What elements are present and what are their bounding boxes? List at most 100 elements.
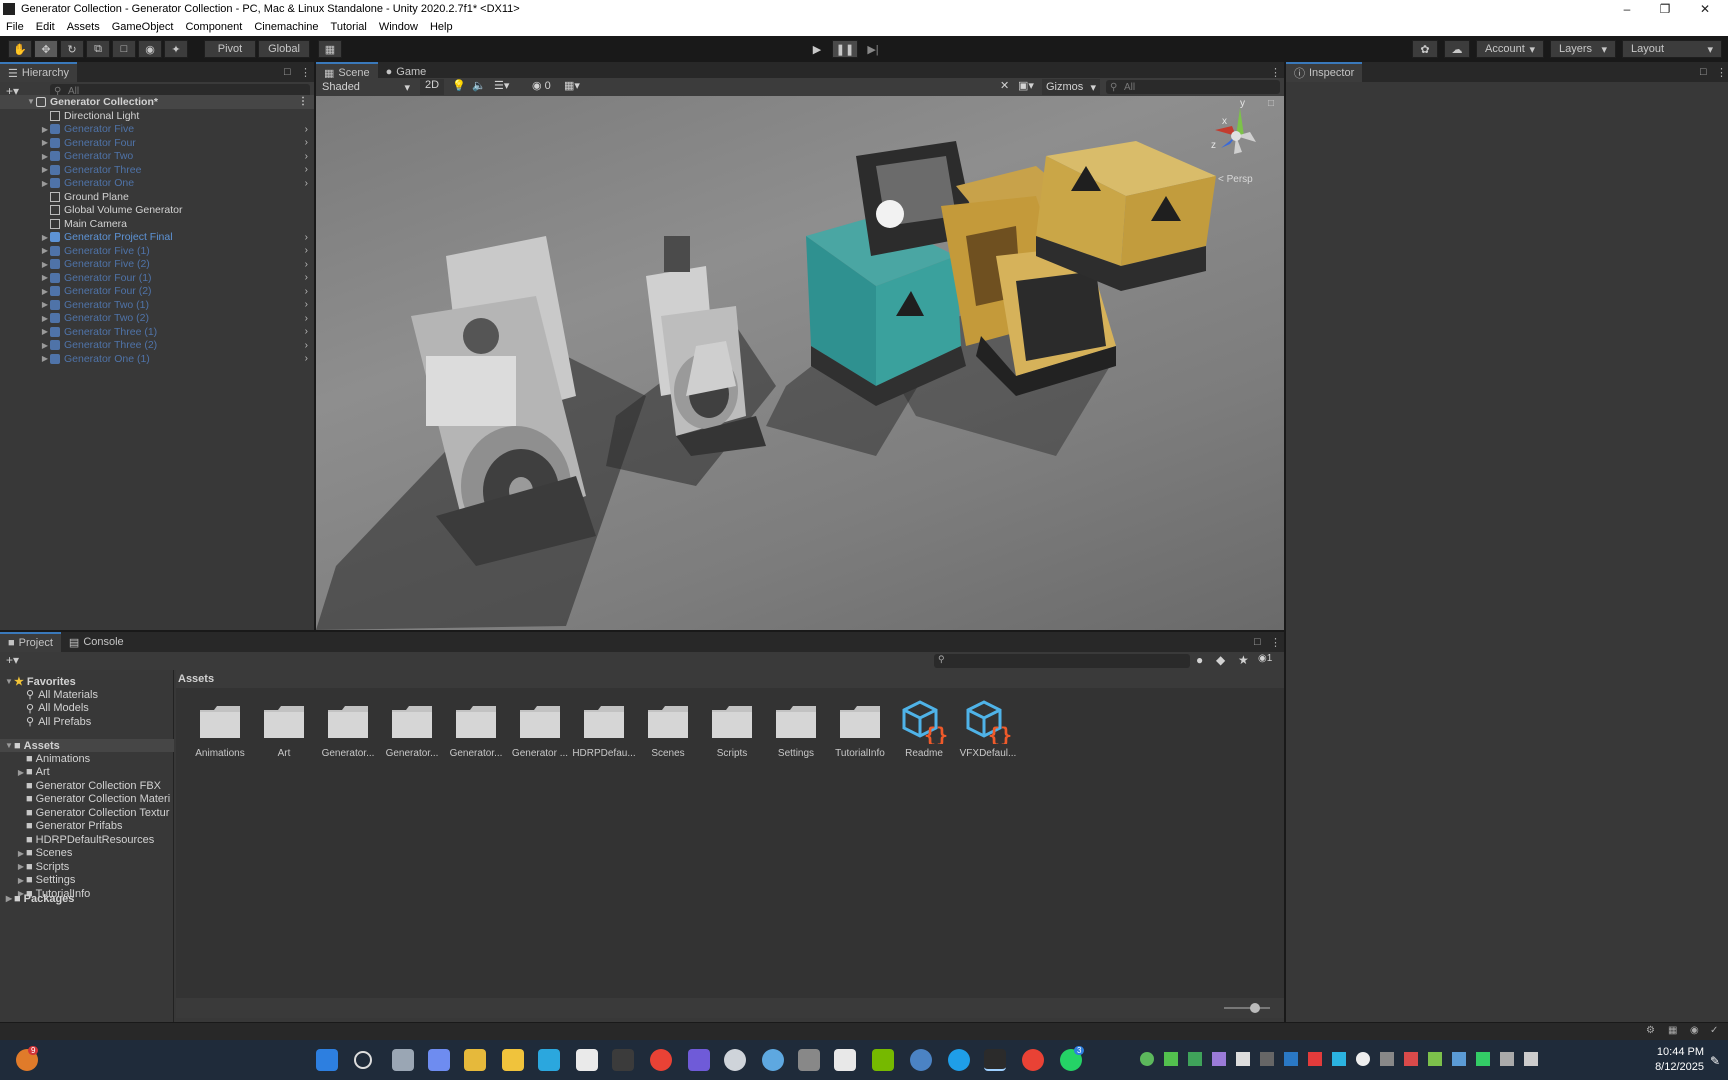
chrome-icon[interactable] [650, 1049, 672, 1071]
menu-cinemachine[interactable]: Cinemachine [248, 21, 324, 33]
global-toggle[interactable]: Global [258, 40, 310, 58]
layers-dropdown[interactable]: Layers ▾ [1550, 40, 1616, 58]
expand-right-icon[interactable]: ▶ [40, 125, 50, 134]
tray-app-icon[interactable] [1188, 1052, 1202, 1066]
lighting-toggle-icon[interactable]: 💡 [452, 79, 466, 92]
rotate-tool-icon[interactable]: ↻ [60, 40, 84, 58]
chevron-right-icon[interactable]: › [305, 245, 308, 256]
expand-right-icon[interactable]: ▶ [40, 152, 50, 161]
hierarchy-item[interactable]: ▶ Generator Three (2) › [0, 339, 314, 353]
grid-toggle-icon[interactable]: ▦▾ [564, 79, 580, 92]
pivot-toggle[interactable]: Pivot [204, 40, 256, 58]
expand-right-icon[interactable]: ▶ [40, 246, 50, 255]
favorites-row[interactable]: ▼ ★ Favorites [4, 675, 76, 689]
chevron-right-icon[interactable]: › [305, 340, 308, 351]
expand-right-icon[interactable]: ▶ [16, 849, 26, 858]
tray-app-icon[interactable] [1356, 1052, 1370, 1066]
store-icon[interactable] [502, 1049, 524, 1071]
asset-script-item[interactable]: {} VFXDefaul... [956, 698, 1020, 768]
lock-icon[interactable]: □ [284, 66, 291, 78]
expand-right-icon[interactable]: ▶ [40, 300, 50, 309]
hidden-objects-toggle[interactable]: ◉ 0 [532, 79, 551, 92]
tray-app-icon[interactable] [1308, 1052, 1322, 1066]
alien-app-icon[interactable] [576, 1049, 598, 1071]
tab-hierarchy[interactable]: ☰ Hierarchy [0, 62, 77, 82]
wifi-icon[interactable] [1524, 1052, 1538, 1066]
tray-app-icon[interactable] [1236, 1052, 1250, 1066]
expand-right-icon[interactable]: ▶ [16, 768, 26, 777]
project-search-input[interactable]: ⚲ [934, 654, 1190, 668]
clock-time[interactable]: 10:44 PM [1644, 1046, 1704, 1058]
expand-right-icon[interactable]: ▶ [16, 862, 26, 871]
effects-toggle-icon[interactable]: ☰▾ [494, 79, 509, 92]
app-icon[interactable] [612, 1049, 634, 1071]
browser-icon[interactable] [762, 1049, 784, 1071]
asset-folder-row[interactable]: ■ Generator Collection Materi [16, 793, 170, 806]
asset-folder-item[interactable]: Art [252, 698, 316, 768]
tray-app-icon[interactable] [1284, 1052, 1298, 1066]
tray-app-icon[interactable] [1260, 1052, 1274, 1066]
kebab-menu-icon[interactable]: ⋮ [298, 96, 308, 107]
auto-generate-icon[interactable]: ◉ [1690, 1025, 1699, 1036]
hierarchy-item[interactable]: ▶ Generator Two (1) › [0, 298, 314, 312]
nvidia-icon[interactable] [872, 1049, 894, 1071]
transform-tool-icon[interactable]: ◉ [138, 40, 162, 58]
hidden-packages-toggle[interactable]: ◉1 [1258, 653, 1272, 664]
move-tool-icon[interactable]: ✥ [34, 40, 58, 58]
hierarchy-item[interactable]: ▶ Generator Three › [0, 163, 314, 177]
xbox-icon[interactable] [1140, 1052, 1154, 1066]
layers-icon[interactable]: ▦ [1668, 1025, 1677, 1036]
app-icon[interactable] [538, 1049, 560, 1071]
scene-root-row[interactable]: ▼ Generator Collection* ⋮ [0, 95, 314, 109]
chevron-right-icon[interactable]: › [305, 137, 308, 148]
gizmos-dropdown[interactable]: Gizmos ▾ [1042, 79, 1100, 95]
zoom-slider-handle[interactable] [1250, 1003, 1260, 1013]
lock-icon[interactable]: □ [1268, 98, 1274, 109]
hierarchy-item[interactable]: ▶ Generator One (1) › [0, 352, 314, 366]
chrome-icon[interactable] [1022, 1049, 1044, 1071]
expand-right-icon[interactable]: ▶ [40, 138, 50, 147]
asset-folder-row[interactable]: ▶ ■ Scripts [16, 860, 69, 873]
account-dropdown[interactable]: Account ▾ [1476, 40, 1544, 58]
camera-icon[interactable]: ▣▾ [1018, 79, 1034, 92]
menu-tutorial[interactable]: Tutorial [325, 21, 373, 33]
expand-right-icon[interactable]: ▶ [40, 341, 50, 350]
hierarchy-item[interactable]: ▶ Generator Four › [0, 136, 314, 150]
scene-viewport[interactable]: y x z < Persp □ [316, 96, 1284, 630]
persp-label[interactable]: < Persp [1218, 174, 1253, 185]
custom-tool-icon[interactable]: ✦ [164, 40, 188, 58]
asset-folder-row[interactable]: ■ Generator Collection Textur [16, 806, 169, 819]
lock-icon[interactable]: □ [1254, 636, 1261, 648]
clipchamp-icon[interactable] [688, 1049, 710, 1071]
favorite-item[interactable]: ⚲ All Materials [26, 688, 98, 702]
asset-folder-item[interactable]: HDRPDefau... [572, 698, 636, 768]
hierarchy-item[interactable]: ▶ Generator Two (2) › [0, 312, 314, 326]
tray-app-icon[interactable] [1500, 1052, 1514, 1066]
tray-app-icon[interactable] [1380, 1052, 1394, 1066]
tray-app-icon[interactable] [1452, 1052, 1466, 1066]
collab-icon[interactable]: ✿ [1412, 40, 1438, 58]
grid-snap-icon[interactable]: ▦ [318, 40, 342, 58]
copilot-icon[interactable] [428, 1049, 450, 1071]
menu-component[interactable]: Component [179, 21, 248, 33]
expand-right-icon[interactable]: ▶ [40, 287, 50, 296]
hierarchy-item[interactable]: ▶ Generator Five (1) › [0, 244, 314, 258]
filter-type-icon[interactable]: ● [1196, 653, 1203, 667]
tray-app-icon[interactable] [1164, 1052, 1178, 1066]
hand-tool-icon[interactable]: ✋ [8, 40, 32, 58]
clock-date[interactable]: 8/12/2025 [1644, 1061, 1704, 1073]
expand-right-icon[interactable]: ▶ [40, 327, 50, 336]
lock-icon[interactable]: □ [1700, 66, 1707, 78]
packages-row[interactable]: ▶ ■ Packages [4, 892, 75, 905]
scene-search-input[interactable]: ⚲ All [1106, 80, 1280, 94]
chevron-right-icon[interactable]: › [305, 232, 308, 243]
scale-tool-icon[interactable]: ⧉ [86, 40, 110, 58]
calendar-app-icon[interactable] [834, 1049, 856, 1071]
shading-dropdown[interactable]: Shaded ▾ [318, 79, 414, 95]
asset-folder-row[interactable]: ▶ ■ Settings [16, 874, 75, 887]
tab-inspector[interactable]: ⓘ Inspector [1286, 62, 1363, 82]
cloud-icon[interactable]: ☁ [1444, 40, 1470, 58]
chevron-right-icon[interactable]: › [305, 178, 308, 189]
expand-right-icon[interactable]: ▶ [40, 165, 50, 174]
favorite-item[interactable]: ⚲ All Prefabs [26, 715, 91, 729]
